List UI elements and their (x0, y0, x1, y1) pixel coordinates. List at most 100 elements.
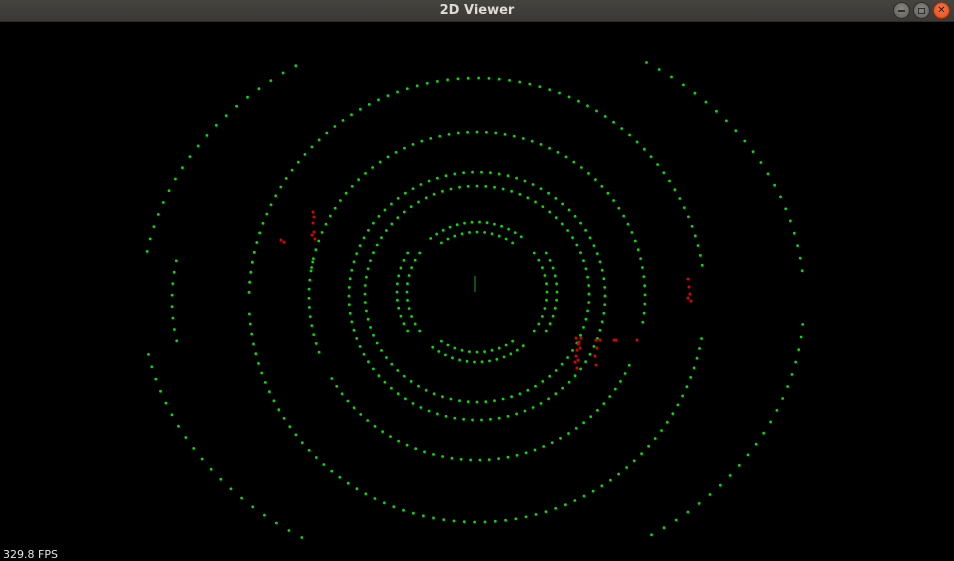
scan-point (627, 363, 631, 367)
scan-point (497, 346, 501, 350)
scan-point (521, 137, 525, 140)
scan-point (558, 91, 561, 95)
scan-point (690, 224, 694, 228)
scan-point (622, 214, 626, 218)
scan-point (532, 251, 536, 255)
scan-point (363, 301, 367, 304)
scan-point (506, 455, 510, 459)
scan-point (567, 95, 571, 99)
scan-point (584, 267, 588, 271)
scan-point (603, 303, 607, 306)
scan-point (584, 317, 588, 321)
scan-point (358, 107, 362, 111)
scan-point (362, 236, 366, 240)
scan-point (688, 292, 692, 296)
scan-point (577, 340, 581, 344)
scan-point (575, 348, 579, 352)
scan-point (567, 432, 570, 435)
scan-point (650, 533, 653, 537)
scan-point (532, 329, 536, 333)
scan-point (170, 413, 174, 417)
scan-point (404, 191, 407, 195)
close-button[interactable]: ✕ (933, 2, 950, 19)
scan-point (260, 371, 264, 375)
scan-point (422, 514, 425, 518)
scan-point (154, 377, 158, 381)
scan-point (528, 82, 532, 86)
scan-point (598, 260, 602, 264)
scan-point (657, 68, 661, 71)
scan-point (510, 395, 513, 399)
scan-point (441, 455, 444, 458)
scan-point (385, 229, 388, 232)
scan-point (632, 459, 636, 463)
scan-point (662, 171, 666, 175)
scan-point (174, 259, 178, 263)
scan-point (541, 205, 545, 209)
scan-point (402, 258, 406, 262)
scan-point (403, 146, 406, 150)
scan-point (593, 354, 597, 358)
scan-point (335, 384, 339, 388)
scan-point (209, 467, 213, 471)
scan-point (508, 78, 511, 82)
scan-point (192, 447, 196, 450)
scan-point (367, 360, 370, 364)
scan-point (438, 134, 442, 138)
scan-point (685, 385, 689, 389)
scan-point (300, 536, 304, 539)
scan-point (444, 174, 448, 178)
scan-point (375, 243, 379, 247)
scan-point (340, 392, 344, 396)
scan-point (698, 254, 702, 257)
scan-point (365, 275, 368, 279)
scan-point (497, 77, 501, 81)
scan-point (595, 346, 599, 350)
scan-point (287, 529, 291, 532)
scan-point (147, 353, 150, 356)
scan-point (453, 346, 457, 350)
scan-point (539, 143, 543, 146)
scan-point (328, 214, 332, 218)
scan-point (475, 130, 479, 134)
scan-point (290, 168, 294, 172)
scan-point (177, 424, 180, 428)
scan-point (799, 335, 803, 339)
scan-point (312, 257, 315, 260)
scan-point (314, 248, 318, 252)
scan-point (475, 230, 479, 234)
scan-point (274, 194, 278, 198)
scan-point (704, 100, 708, 104)
scan-point (584, 228, 587, 232)
minimize-button[interactable] (893, 2, 910, 19)
point-cloud-plot (0, 22, 954, 561)
scan-point (396, 298, 399, 302)
scan-point (371, 166, 374, 169)
scan-point (548, 146, 551, 150)
scan-point (436, 412, 439, 416)
scan-point (762, 431, 766, 435)
scan-point (620, 127, 624, 130)
window-titlebar[interactable]: 2D Viewer ✕ (0, 0, 954, 22)
scan-point (718, 483, 722, 487)
scan-point (173, 328, 176, 331)
fps-counter: 329.8 FPS (3, 548, 58, 561)
scan-point (405, 443, 409, 447)
scan-point (314, 342, 318, 345)
scan-point (466, 184, 470, 188)
scan-point (296, 160, 300, 164)
viewer-canvas[interactable] (0, 22, 954, 561)
scan-point (288, 425, 292, 429)
scan-point (424, 196, 428, 200)
scan-point (449, 187, 453, 191)
scan-point (148, 237, 152, 241)
scan-point (367, 103, 371, 106)
scan-point (235, 104, 239, 108)
scan-point (538, 85, 542, 88)
scan-point (617, 206, 621, 210)
maximize-button[interactable] (913, 2, 930, 19)
scan-point (600, 320, 604, 324)
scan-point (444, 353, 447, 357)
scan-point (317, 138, 321, 142)
scan-point (431, 345, 435, 349)
